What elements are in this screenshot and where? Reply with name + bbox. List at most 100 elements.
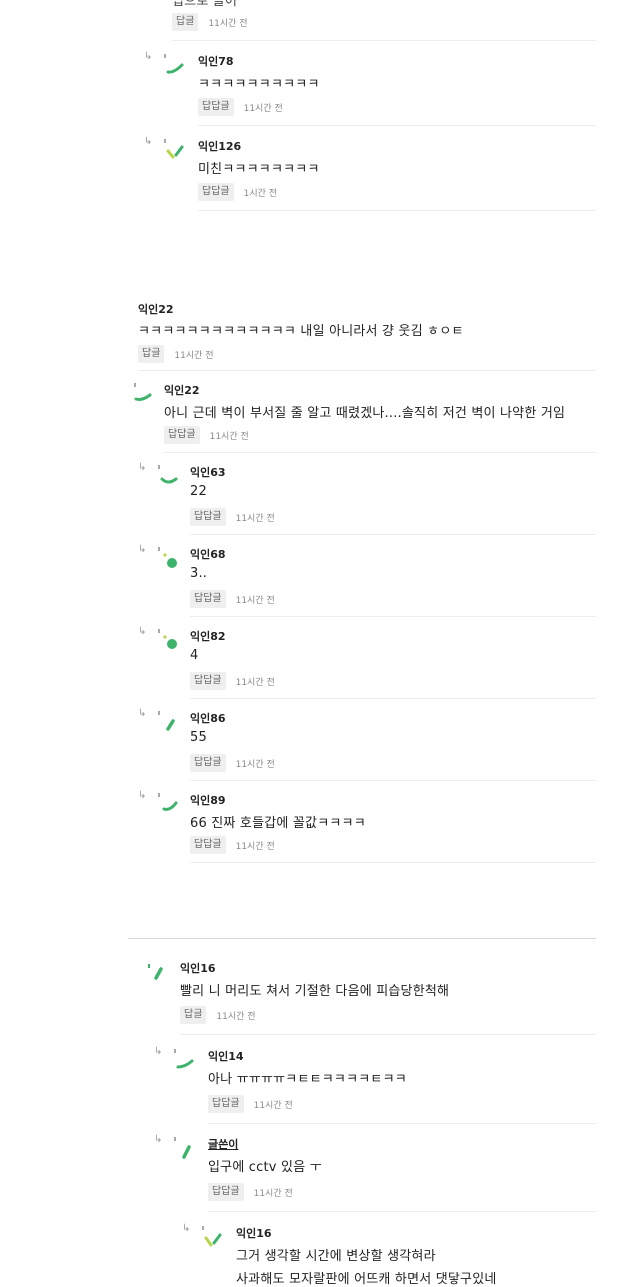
timestamp: 11시간 전 <box>216 1011 256 1022</box>
reply-button[interactable]: 답답글 <box>190 836 226 854</box>
timestamp: 11시간 전 <box>209 431 249 442</box>
comment-author[interactable]: 익인22 <box>138 301 174 317</box>
reply-button[interactable]: 답답글 <box>208 1183 244 1201</box>
avatar <box>158 465 178 484</box>
comment-author[interactable]: 익인63 <box>190 464 226 480</box>
reply-arrow-icon: ↳ <box>138 462 147 473</box>
comment-text: 입구에 cctv 있음 ㅜ <box>208 1160 322 1175</box>
timestamp: 11시간 전 <box>253 1188 293 1199</box>
comment-text: 아나 ㅠㅠㅠㅠㅋㅌㅌㅋㅋㅋㅋㅌㅋㅋ <box>208 1072 407 1087</box>
avatar <box>164 54 184 74</box>
comment-meta: 답답글 11시간 전 <box>208 1183 293 1201</box>
comment-text: 그거 생각할 시간에 변상할 생각혀라 <box>236 1249 436 1264</box>
comment-meta: 답답글 11시간 전 <box>198 98 283 116</box>
comment-author[interactable]: 익인89 <box>190 792 226 808</box>
avatar <box>164 139 184 159</box>
comment-author[interactable]: 익인86 <box>190 710 226 726</box>
comment-meta: 답답글 11시간 전 <box>190 836 275 854</box>
comment-author-op[interactable]: 글쓴이 <box>208 1136 238 1152</box>
divider <box>190 862 596 863</box>
comment-text: 22 <box>190 484 207 499</box>
reply-arrow-icon: ↳ <box>138 790 147 801</box>
reply-button[interactable]: 답답글 <box>164 426 200 444</box>
divider <box>198 210 596 211</box>
divider <box>198 125 596 126</box>
timestamp: 11시간 전 <box>174 350 214 361</box>
avatar <box>174 1049 194 1069</box>
comment-author[interactable]: 익인22 <box>164 382 200 398</box>
divider <box>190 780 596 781</box>
reply-arrow-icon: ↳ <box>144 51 153 62</box>
comment-author[interactable]: 익인78 <box>198 53 234 69</box>
comment-text: 66 진짜 호들갑에 꼴값ㅋㅋㅋㅋ <box>190 816 366 831</box>
comment-text: 3.. <box>190 566 208 581</box>
divider <box>138 370 596 371</box>
divider <box>164 452 596 453</box>
comment-text: 55 <box>190 730 207 745</box>
divider <box>190 534 596 535</box>
comment-meta: 답글 11시간 전 <box>172 13 248 31</box>
reply-button[interactable]: 답답글 <box>190 590 226 608</box>
comment-text: 아니 근데 벽이 부서질 줄 알고 때렸겠나....솔직히 저건 벽이 나약한 … <box>164 406 566 421</box>
comment-author[interactable]: 익인126 <box>198 138 241 154</box>
comment-meta: 답글 11시간 전 <box>138 345 214 363</box>
reply-arrow-icon: ↳ <box>154 1134 163 1145</box>
reply-arrow-icon: ↳ <box>138 626 147 637</box>
reply-arrow-icon: ↳ <box>144 136 153 147</box>
avatar <box>202 1226 222 1247</box>
reply-button[interactable]: 답글 <box>172 13 199 31</box>
divider <box>208 1211 596 1212</box>
divider <box>208 1123 596 1124</box>
reply-button[interactable]: 답답글 <box>198 183 234 201</box>
comment-text: ㅋㅋㅋㅋㅋㅋㅋㅋㅋㅋ <box>198 77 320 92</box>
timestamp: 11시간 전 <box>243 103 283 114</box>
reply-button[interactable]: 답답글 <box>190 754 226 772</box>
comment-meta: 답답글 11시간 전 <box>190 508 275 526</box>
avatar <box>158 547 177 568</box>
divider <box>190 616 596 617</box>
comment-meta: 답글 11시간 전 <box>180 1006 256 1024</box>
comment-text: 빨리 니 머리도 쳐서 기절한 다음에 피습당한척해 <box>180 984 450 999</box>
timestamp: 11시간 전 <box>208 18 248 29</box>
comment-author[interactable]: 익인14 <box>208 1048 244 1064</box>
reply-button[interactable]: 답답글 <box>190 508 226 526</box>
avatar <box>158 711 175 731</box>
comment-meta: 답답글 11시간 전 <box>190 672 275 690</box>
avatar <box>174 1137 191 1159</box>
reply-button[interactable]: 답글 <box>180 1006 207 1024</box>
divider <box>190 698 596 699</box>
comment-text: ㅋㅋㅋㅋㅋㅋㅋㅋㅋㅋㅋㅋㅋ 내일 아니라서 걍 웃김 ㅎㅇㅌ <box>138 324 464 339</box>
reply-arrow-icon: ↳ <box>138 708 147 719</box>
comment-text: 입으로 들어 <box>172 0 238 9</box>
comment-author[interactable]: 익인68 <box>190 546 226 562</box>
comment-meta: 답답글 11시간 전 <box>164 426 249 444</box>
comment-text-line2: 사과해도 모자랄판에 어뜨캐 하면서 댓닿구있네 <box>236 1272 497 1287</box>
reply-button[interactable]: 답답글 <box>208 1095 244 1113</box>
comment-author[interactable]: 익인82 <box>190 628 226 644</box>
reply-arrow-icon: ↳ <box>154 1046 163 1057</box>
avatar <box>134 383 152 401</box>
reply-button[interactable]: 답글 <box>138 345 165 363</box>
timestamp: 11시간 전 <box>235 759 275 770</box>
avatar <box>158 793 178 811</box>
timestamp: 11시간 전 <box>235 513 275 524</box>
comment-text: 4 <box>190 648 199 663</box>
reply-button[interactable]: 답답글 <box>198 98 234 116</box>
comment-meta: 답답글 11시간 전 <box>190 754 275 772</box>
comment-meta: 답답글 11시간 전 <box>190 590 275 608</box>
comment-author[interactable]: 익인16 <box>180 960 216 976</box>
avatar <box>148 964 163 980</box>
timestamp: 11시간 전 <box>253 1100 293 1111</box>
comment-text: 미친ㅋㅋㅋㅋㅋㅋㅋㅋ <box>198 162 320 177</box>
divider <box>180 1034 596 1035</box>
section-divider <box>128 938 596 939</box>
comment-meta: 답답글 1시간 전 <box>198 183 277 201</box>
reply-arrow-icon: ↳ <box>182 1223 191 1234</box>
reply-arrow-icon: ↳ <box>138 544 147 555</box>
timestamp: 1시간 전 <box>243 188 278 199</box>
reply-button[interactable]: 답답글 <box>190 672 226 690</box>
avatar <box>158 629 177 649</box>
timestamp: 11시간 전 <box>235 841 275 852</box>
comment-author[interactable]: 익인16 <box>236 1225 272 1241</box>
timestamp: 11시간 전 <box>235 595 275 606</box>
